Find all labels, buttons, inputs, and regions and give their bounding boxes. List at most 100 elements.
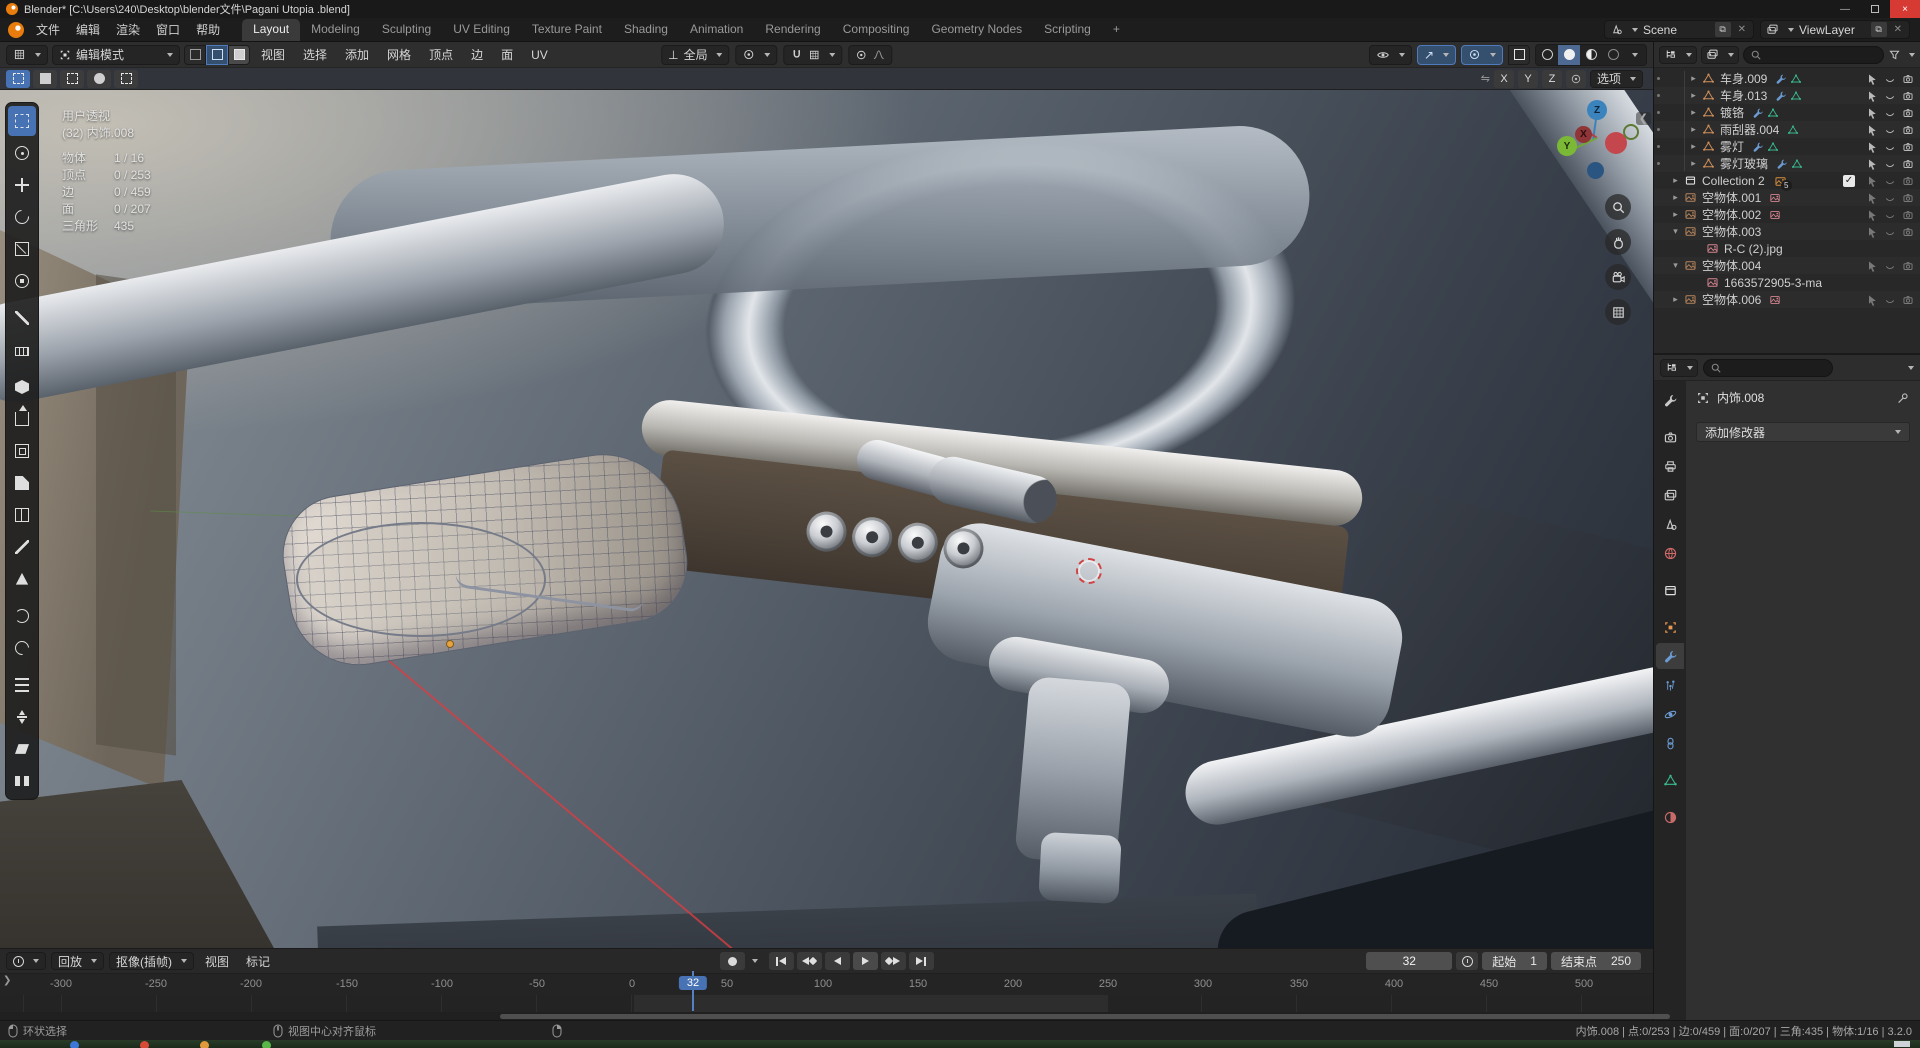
tool-poly-build[interactable] xyxy=(8,564,36,594)
zoom-button[interactable] xyxy=(1605,194,1631,220)
tab-uv-editing[interactable]: UV Editing xyxy=(442,19,521,41)
select-intersect-button[interactable] xyxy=(114,69,138,88)
hide-render-icon[interactable] xyxy=(1902,158,1914,170)
hide-viewport-icon[interactable] xyxy=(1884,141,1896,153)
shading-dropdown[interactable] xyxy=(1624,45,1646,65)
outliner-row-mesh[interactable]: ▸ 车身.009 xyxy=(1654,70,1920,87)
menu-window[interactable]: 窗口 xyxy=(148,19,188,40)
select-new-button[interactable] xyxy=(6,69,30,88)
gizmo-y-axis[interactable]: Y xyxy=(1557,136,1577,156)
hide-render-icon[interactable] xyxy=(1902,90,1914,102)
overlays-toggle[interactable] xyxy=(1461,44,1503,65)
tool-shrink-fatten[interactable] xyxy=(8,702,36,732)
taskbar-app-icon[interactable] xyxy=(70,1041,79,1048)
selectable-icon[interactable] xyxy=(1866,226,1878,238)
expand-icon[interactable]: ▾ xyxy=(1670,260,1681,271)
properties-search-input[interactable] xyxy=(1726,361,1826,374)
hide-render-icon[interactable] xyxy=(1902,175,1914,187)
tab-object[interactable] xyxy=(1656,614,1684,640)
select-extend-button[interactable] xyxy=(33,69,57,88)
outliner-row-image-data[interactable]: R-C (2).jpg xyxy=(1654,240,1920,257)
tab-constraints[interactable] xyxy=(1656,730,1684,756)
menu-mesh[interactable]: 网格 xyxy=(380,44,418,65)
menu-select[interactable]: 选择 xyxy=(296,44,334,65)
hide-viewport-icon[interactable] xyxy=(1884,158,1896,170)
auto-key-button[interactable] xyxy=(719,952,745,970)
tab-collection[interactable] xyxy=(1656,577,1684,603)
mirror-x-button[interactable]: X xyxy=(1493,69,1514,88)
tab-compositing[interactable]: Compositing xyxy=(832,19,921,41)
tool-rip-region[interactable] xyxy=(8,766,36,796)
pan-button[interactable] xyxy=(1605,229,1631,255)
wireframe-shading-button[interactable] xyxy=(1536,45,1558,65)
maximize-button[interactable] xyxy=(1860,0,1890,18)
unlink-scene-icon[interactable]: ✕ xyxy=(1736,24,1748,35)
outliner-search[interactable] xyxy=(1743,45,1884,64)
close-button[interactable]: × xyxy=(1890,0,1920,18)
image-data-icon[interactable] xyxy=(1769,294,1781,306)
current-frame-field[interactable]: 32 xyxy=(1366,952,1453,970)
remove-viewlayer-icon[interactable]: ✕ xyxy=(1892,24,1904,35)
outliner-row-mesh[interactable]: ▸ 雾灯玻璃 xyxy=(1654,155,1920,172)
gizmo-z-axis[interactable]: Z xyxy=(1587,100,1607,120)
mesh-data-icon[interactable] xyxy=(1790,73,1802,85)
timeline-view-menu[interactable]: 视图 xyxy=(199,951,235,972)
mesh-data-icon[interactable] xyxy=(1787,124,1799,136)
vertex-select-mode-button[interactable] xyxy=(184,44,206,65)
frame-start-field[interactable]: 起始 1 xyxy=(1482,952,1547,970)
expand-icon[interactable]: ▸ xyxy=(1688,107,1699,118)
hide-render-icon[interactable] xyxy=(1902,124,1914,136)
expand-icon[interactable]: ▸ xyxy=(1688,158,1699,169)
tab-particles[interactable] xyxy=(1656,672,1684,698)
menu-help[interactable]: 帮助 xyxy=(188,19,228,40)
taskbar-app-icon[interactable] xyxy=(140,1041,149,1048)
add-modifier-dropdown[interactable]: 添加修改器 xyxy=(1696,422,1910,442)
taskbar-tray[interactable] xyxy=(1894,1041,1910,1047)
outliner-row-mesh[interactable]: ▸ 车身.013 xyxy=(1654,87,1920,104)
menu-render[interactable]: 渲染 xyxy=(108,19,148,40)
mode-selector[interactable]: 编辑模式 xyxy=(52,44,180,65)
tab-modifiers[interactable] xyxy=(1656,643,1684,669)
menu-uv[interactable]: UV xyxy=(524,46,555,64)
snap-options-button[interactable] xyxy=(1565,69,1586,88)
properties-search[interactable] xyxy=(1703,358,1833,377)
timeline-scrollbar[interactable] xyxy=(0,1012,1670,1020)
tab-tool[interactable] xyxy=(1656,387,1684,413)
selectable-icon[interactable] xyxy=(1866,141,1878,153)
menu-edge[interactable]: 边 xyxy=(464,44,490,65)
navigation-gizmo[interactable]: Z X Y xyxy=(1549,98,1639,184)
outliner-row-empty[interactable]: ▾ 空物体.003 xyxy=(1654,223,1920,240)
tool-rotate[interactable] xyxy=(8,202,36,232)
tool-knife[interactable] xyxy=(8,532,36,562)
jump-to-start-button[interactable] xyxy=(768,952,794,970)
select-invert-button[interactable] xyxy=(87,69,111,88)
mesh-data-icon[interactable] xyxy=(1767,141,1779,153)
tab-view-layer[interactable] xyxy=(1656,482,1684,508)
selectable-icon[interactable] xyxy=(1866,158,1878,170)
outliner-search-input[interactable] xyxy=(1766,48,1877,61)
hide-viewport-icon[interactable] xyxy=(1884,294,1896,306)
expand-icon[interactable]: ▸ xyxy=(1688,90,1699,101)
use-preview-range-button[interactable] xyxy=(1456,952,1479,970)
mesh-data-icon[interactable] xyxy=(1790,90,1802,102)
frame-end-field[interactable]: 结束点 250 xyxy=(1550,952,1641,970)
outliner-display-mode[interactable] xyxy=(1701,45,1739,64)
selectable-icon[interactable] xyxy=(1866,90,1878,102)
expand-icon[interactable]: ▸ xyxy=(1670,209,1681,220)
modifier-wrench-icon[interactable] xyxy=(1752,107,1764,119)
hide-viewport-icon[interactable] xyxy=(1884,226,1896,238)
tool-select-box[interactable] xyxy=(8,106,36,136)
tab-sculpting[interactable]: Sculpting xyxy=(371,19,442,41)
playhead-frame-label[interactable]: 32 xyxy=(678,976,708,990)
jump-to-end-button[interactable] xyxy=(908,952,934,970)
expand-icon[interactable]: ▸ xyxy=(1670,175,1681,186)
outliner-row-mesh[interactable]: ▸ 雾灯 xyxy=(1654,138,1920,155)
gizmo-x-neg-axis[interactable]: X xyxy=(1575,126,1592,143)
minimize-button[interactable]: — xyxy=(1830,0,1860,18)
outliner-type-selector[interactable] xyxy=(1659,45,1697,64)
outliner-row-empty[interactable]: ▾ 空物体.004 xyxy=(1654,257,1920,274)
play-reverse-button[interactable] xyxy=(824,952,850,970)
keying-menu[interactable]: 抠像(插帧) xyxy=(109,952,195,970)
expand-icon[interactable]: ▸ xyxy=(1688,141,1699,152)
mirror-z-button[interactable]: Z xyxy=(1541,69,1562,88)
